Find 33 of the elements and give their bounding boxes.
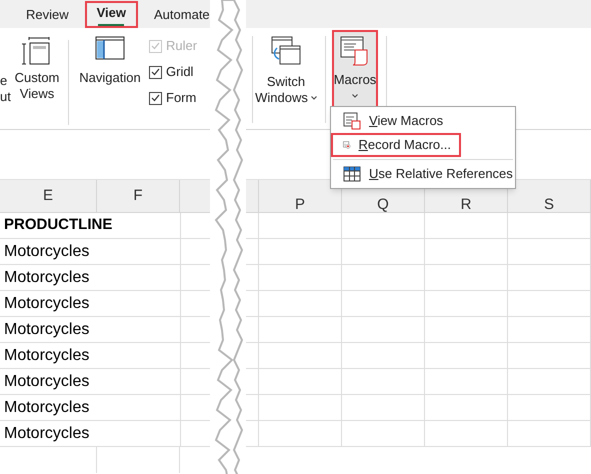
page-layout-button[interactable]: e ut bbox=[0, 36, 12, 129]
checkbox-label: Gridl bbox=[166, 63, 194, 82]
navigation-icon bbox=[95, 36, 125, 60]
table-cell-text: Motorcycles bbox=[3, 268, 90, 288]
macro-sheet-icon bbox=[343, 112, 361, 130]
menu-item[interactable]: Record Macro... bbox=[331, 133, 461, 157]
checkbox-label: Form bbox=[166, 89, 196, 108]
table-cell-text: Motorcycles bbox=[3, 398, 90, 418]
table-icon bbox=[343, 166, 361, 182]
ribbon-tab[interactable]: Automate bbox=[142, 1, 222, 28]
table-cell-text: Motorcycles bbox=[3, 424, 90, 444]
switch-windows-button[interactable]: Switch Windows bbox=[253, 36, 319, 129]
caret-icon bbox=[310, 96, 317, 100]
macros-button[interactable]: Macros bbox=[332, 30, 378, 108]
table-cell-text: Motorcycles bbox=[3, 372, 90, 392]
checkbox[interactable] bbox=[149, 92, 162, 104]
navigation-button[interactable]: Navigation bbox=[75, 36, 145, 129]
custom-views-button[interactable]: Custom Views bbox=[12, 36, 62, 129]
table-cell-text: PRODUCTLINE bbox=[3, 215, 114, 236]
table-cell-text: Motorcycles bbox=[3, 294, 90, 314]
menu-item[interactable]: View Macros bbox=[331, 109, 454, 133]
ribbon-tab[interactable]: Review bbox=[14, 1, 81, 28]
checkbox-label: Ruler bbox=[166, 37, 198, 56]
checkbox[interactable] bbox=[149, 66, 162, 78]
caret-icon bbox=[352, 94, 358, 98]
table-cell-text: Motorcycles bbox=[3, 346, 90, 366]
column-header[interactable]: F bbox=[97, 180, 180, 212]
macros-icon bbox=[340, 36, 370, 66]
switch-windows-icon bbox=[270, 36, 302, 66]
column-header[interactable]: E bbox=[0, 180, 97, 212]
table-cell-text: Motorcycles bbox=[3, 320, 90, 340]
ribbon-tab[interactable]: View bbox=[84, 1, 138, 28]
table-cell-text: Motorcycles bbox=[3, 242, 90, 262]
